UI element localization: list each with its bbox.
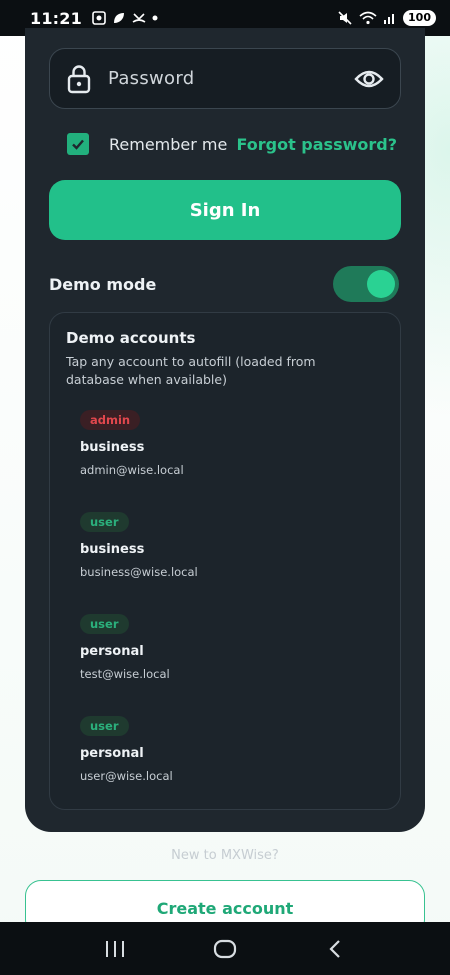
- screenshot-icon: [92, 11, 106, 25]
- role-badge: user: [80, 716, 129, 736]
- demo-mode-row: Demo mode: [49, 266, 399, 302]
- recents-button[interactable]: [100, 937, 130, 961]
- back-icon: [329, 939, 340, 958]
- demo-account-item[interactable]: user personal test@wise.local: [80, 613, 380, 693]
- check-icon: [72, 139, 84, 150]
- account-type: personal: [80, 746, 144, 761]
- signal-icon: [384, 14, 395, 24]
- eye-icon[interactable]: [354, 67, 384, 91]
- navigation-bar: [0, 922, 450, 975]
- login-card: Remember me Forgot password? Sign In Dem…: [25, 28, 425, 832]
- account-email: test@wise.local: [80, 667, 170, 681]
- missed-call-icon: [132, 13, 146, 23]
- wifi-icon: [359, 11, 377, 25]
- leaf-icon: [113, 13, 124, 23]
- status-system-icons: 100: [337, 10, 436, 26]
- role-badge: user: [80, 614, 129, 634]
- toggle-knob: [367, 270, 395, 298]
- demo-mode-toggle[interactable]: [333, 266, 399, 302]
- demo-account-item[interactable]: user personal user@wise.local: [80, 715, 380, 795]
- new-to-text: New to MXWise?: [171, 848, 279, 863]
- lock-icon: [67, 64, 91, 93]
- account-type: business: [80, 542, 145, 557]
- account-email: user@wise.local: [80, 769, 173, 783]
- sign-in-button[interactable]: Sign In: [49, 180, 401, 240]
- status-notification-icons: [92, 11, 158, 25]
- battery-indicator: 100: [403, 10, 436, 26]
- account-email: admin@wise.local: [80, 463, 184, 477]
- home-icon: [213, 939, 237, 958]
- demo-accounts-panel: Demo accounts Tap any account to autofil…: [49, 312, 401, 810]
- remember-checkbox[interactable]: [67, 133, 89, 155]
- remember-label[interactable]: Remember me: [109, 135, 227, 154]
- remember-row: Remember me Forgot password?: [67, 132, 397, 156]
- dot-icon: [152, 15, 158, 21]
- home-button[interactable]: [210, 937, 240, 961]
- back-button[interactable]: [320, 937, 350, 961]
- demo-mode-label: Demo mode: [49, 274, 157, 294]
- recents-icon: [106, 940, 124, 957]
- demo-account-item[interactable]: admin business admin@wise.local: [80, 409, 380, 489]
- password-field[interactable]: [49, 48, 401, 109]
- password-input[interactable]: [108, 68, 346, 89]
- role-badge: user: [80, 512, 129, 532]
- mute-icon: [338, 11, 352, 25]
- account-type: personal: [80, 644, 144, 659]
- account-type: business: [80, 440, 145, 455]
- status-time: 11:21: [30, 8, 82, 28]
- demo-accounts-subtitle: Tap any account to autofill (loaded from…: [66, 354, 316, 387]
- account-email: business@wise.local: [80, 565, 198, 579]
- forgot-password-link[interactable]: Forgot password?: [236, 135, 397, 154]
- role-badge: admin: [80, 410, 141, 430]
- demo-account-item[interactable]: user business business@wise.local: [80, 511, 380, 591]
- demo-accounts-title: Demo accounts: [66, 329, 196, 347]
